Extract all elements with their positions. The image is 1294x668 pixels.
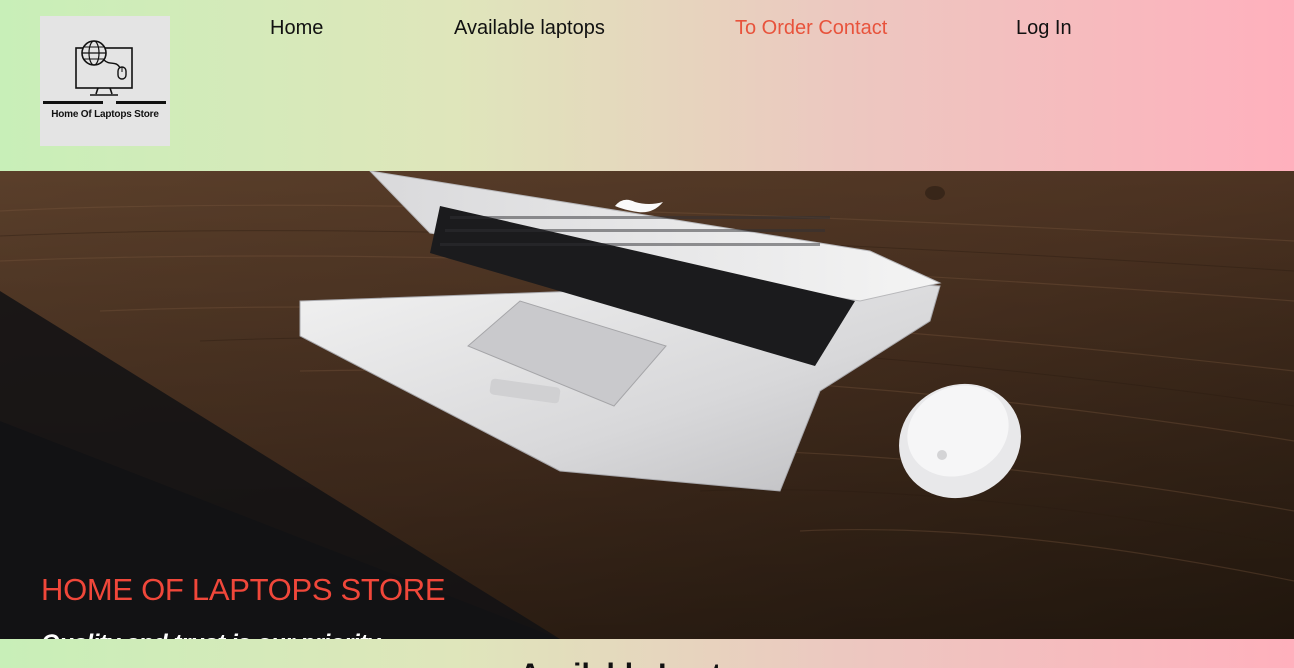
computer-globe-icon [43,40,166,104]
hero-banner: HOME OF LAPTOPS STORE Quality and trust … [0,171,1294,639]
nav-home[interactable]: Home [270,17,323,40]
site-header: Home Of Laptops Store Home Available lap… [0,0,1294,171]
nav-log-in[interactable]: Log In [1016,17,1072,40]
section-heading: Available Laptops [0,658,1294,668]
nav-available-laptops[interactable]: Available laptops [454,17,605,40]
hero-laptop-image [0,171,1294,639]
hero-title: HOME OF LAPTOPS STORE [41,572,446,607]
site-logo[interactable]: Home Of Laptops Store [40,16,170,146]
logo-text: Home Of Laptops Store [51,109,159,120]
hero-subtitle: Quality and trust is our priority [41,630,380,639]
nav-to-order-contact[interactable]: To Order Contact [735,17,887,40]
available-laptops-section: Available Laptops [0,639,1294,668]
